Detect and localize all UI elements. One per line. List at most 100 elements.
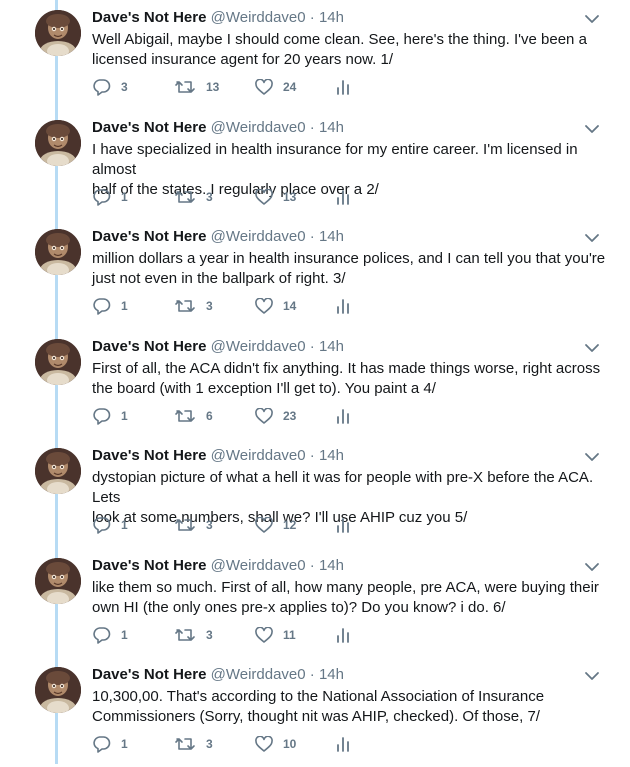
author-name[interactable]: Dave's Not Here xyxy=(92,119,206,136)
like-button[interactable]: 10 xyxy=(255,734,296,754)
analytics-button[interactable] xyxy=(336,625,350,645)
avatar[interactable] xyxy=(35,448,81,494)
reply-button[interactable]: 1 xyxy=(92,515,128,535)
like-button[interactable]: 24 xyxy=(255,77,296,97)
tweet-text-line: I have specialized in health insurance f… xyxy=(92,141,578,178)
chevron-down-icon[interactable] xyxy=(584,669,600,681)
retweet-button[interactable]: 3 xyxy=(174,625,213,645)
author-handle[interactable]: @Weirddave0 xyxy=(211,9,306,26)
tweet-text-line: just not even in the ballpark of right. … xyxy=(92,270,346,287)
like-button[interactable]: 13 xyxy=(255,187,296,207)
avatar[interactable] xyxy=(35,120,81,166)
tweet[interactable]: Dave's Not Here @Weirddave0 · 14h millio… xyxy=(0,219,630,329)
tweet[interactable]: Dave's Not Here @Weirddave0 · 14h like t… xyxy=(0,548,630,658)
like-button[interactable]: 11 xyxy=(255,625,296,645)
timestamp[interactable]: 14h xyxy=(319,557,344,574)
avatar[interactable] xyxy=(35,558,81,604)
author-name[interactable]: Dave's Not Here xyxy=(92,666,206,683)
analytics-button[interactable] xyxy=(336,515,350,535)
reply-button[interactable]: 3 xyxy=(92,77,128,97)
author-name[interactable]: Dave's Not Here xyxy=(92,557,206,574)
timestamp[interactable]: 14h xyxy=(319,119,344,136)
reply-button[interactable]: 1 xyxy=(92,296,128,316)
analytics-button[interactable] xyxy=(336,296,350,316)
reply-button[interactable]: 1 xyxy=(92,187,128,207)
author-handle[interactable]: @Weirddave0 xyxy=(211,666,306,683)
tweet[interactable]: Dave's Not Here @Weirddave0 · 14h Well A… xyxy=(0,0,630,110)
separator-dot: · xyxy=(309,338,315,355)
retweet-icon xyxy=(174,189,196,205)
like-button[interactable]: 14 xyxy=(255,296,296,316)
separator-dot: · xyxy=(309,228,315,245)
retweet-count: 6 xyxy=(206,409,213,423)
retweet-button[interactable]: 13 xyxy=(174,77,219,97)
retweet-button[interactable]: 3 xyxy=(174,734,213,754)
retweet-button[interactable]: 3 xyxy=(174,187,213,207)
avatar[interactable] xyxy=(35,667,81,713)
author-handle[interactable]: @Weirddave0 xyxy=(211,447,306,464)
retweet-icon xyxy=(174,627,196,643)
retweet-count: 3 xyxy=(206,628,213,642)
author-handle[interactable]: @Weirddave0 xyxy=(211,228,306,245)
retweet-count: 3 xyxy=(206,190,213,204)
tweet-actions: 1 3 11 xyxy=(92,625,392,645)
tweet-header: Dave's Not Here @Weirddave0 · 14h xyxy=(92,556,344,576)
timestamp[interactable]: 14h xyxy=(319,228,344,245)
analytics-icon xyxy=(336,298,350,314)
author-name[interactable]: Dave's Not Here xyxy=(92,447,206,464)
retweet-icon xyxy=(174,517,196,533)
author-handle[interactable]: @Weirddave0 xyxy=(211,119,306,136)
tweet[interactable]: Dave's Not Here @Weirddave0 · 14h First … xyxy=(0,329,630,439)
separator-dot: · xyxy=(309,666,315,683)
like-button[interactable]: 23 xyxy=(255,406,296,426)
chevron-down-icon[interactable] xyxy=(584,12,600,24)
chevron-down-icon[interactable] xyxy=(584,341,600,353)
reply-button[interactable]: 1 xyxy=(92,734,128,754)
analytics-button[interactable] xyxy=(336,77,350,97)
heart-icon xyxy=(255,189,273,205)
avatar[interactable] xyxy=(35,339,81,385)
retweet-button[interactable]: 3 xyxy=(174,515,213,535)
reply-button[interactable]: 1 xyxy=(92,406,128,426)
timestamp[interactable]: 14h xyxy=(319,666,344,683)
tweet-text: First of all, the ACA didn't fix anythin… xyxy=(92,359,612,399)
like-count: 11 xyxy=(283,628,296,642)
analytics-icon xyxy=(336,79,350,95)
author-name[interactable]: Dave's Not Here xyxy=(92,228,206,245)
like-button[interactable]: 12 xyxy=(255,515,296,535)
analytics-button[interactable] xyxy=(336,187,350,207)
tweet[interactable]: Dave's Not Here @Weirddave0 · 14h 10,300… xyxy=(0,657,630,767)
reply-icon xyxy=(92,626,111,644)
avatar[interactable] xyxy=(35,10,81,56)
retweet-button[interactable]: 6 xyxy=(174,406,213,426)
chevron-down-icon[interactable] xyxy=(584,560,600,572)
author-name[interactable]: Dave's Not Here xyxy=(92,338,206,355)
tweet[interactable]: Dave's Not Here @Weirddave0 · 14h I have… xyxy=(0,110,630,220)
retweet-icon xyxy=(174,79,196,95)
analytics-button[interactable] xyxy=(336,734,350,754)
reply-button[interactable]: 1 xyxy=(92,625,128,645)
retweet-icon xyxy=(174,736,196,752)
chevron-down-icon[interactable] xyxy=(584,450,600,462)
reply-count: 1 xyxy=(121,299,128,313)
timestamp[interactable]: 14h xyxy=(319,338,344,355)
tweet-header: Dave's Not Here @Weirddave0 · 14h xyxy=(92,446,344,466)
author-handle[interactable]: @Weirddave0 xyxy=(211,338,306,355)
author-name[interactable]: Dave's Not Here xyxy=(92,9,206,26)
author-handle[interactable]: @Weirddave0 xyxy=(211,557,306,574)
tweet[interactable]: Dave's Not Here @Weirddave0 · 14h dystop… xyxy=(0,438,630,548)
chevron-down-icon[interactable] xyxy=(584,122,600,134)
tweet-text-line: dystopian picture of what a hell it was … xyxy=(92,469,594,506)
avatar[interactable] xyxy=(35,229,81,275)
reply-icon xyxy=(92,297,111,315)
reply-count: 3 xyxy=(121,80,128,94)
separator-dot: · xyxy=(309,447,315,464)
chevron-down-icon[interactable] xyxy=(584,231,600,243)
retweet-button[interactable]: 3 xyxy=(174,296,213,316)
tweet-actions: 1 6 23 xyxy=(92,406,392,426)
tweet-text-line: like them so much. First of all, how man… xyxy=(92,579,599,596)
heart-icon xyxy=(255,736,273,752)
timestamp[interactable]: 14h xyxy=(319,9,344,26)
analytics-button[interactable] xyxy=(336,406,350,426)
timestamp[interactable]: 14h xyxy=(319,447,344,464)
